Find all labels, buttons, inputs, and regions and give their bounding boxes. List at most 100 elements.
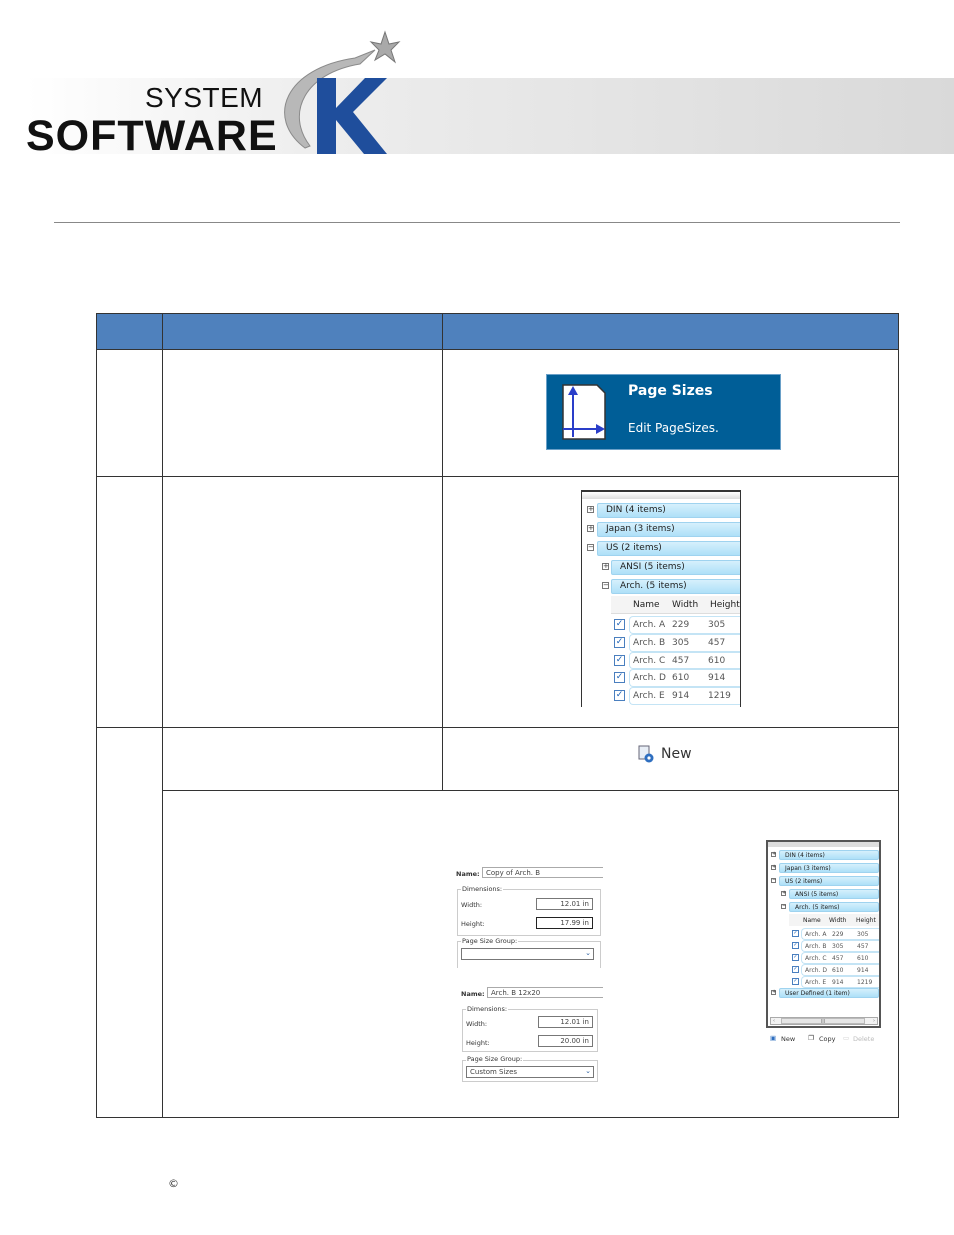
- row-checkbox[interactable]: ✓: [614, 636, 625, 648]
- group-label: ANSI (5 items): [620, 562, 685, 572]
- new-button[interactable]: New: [637, 744, 697, 766]
- row-checkbox[interactable]: ✓: [614, 672, 625, 684]
- expand-icon[interactable]: +: [602, 563, 609, 570]
- tree-group[interactable]: Japan (3 items): [779, 863, 879, 873]
- expand-icon[interactable]: +: [771, 990, 776, 995]
- row-checkbox[interactable]: ✓: [614, 654, 625, 666]
- page-size-group-select[interactable]: Custom Sizes ⌄: [466, 1066, 594, 1078]
- row-checkbox[interactable]: ✓: [614, 619, 625, 630]
- group-label: Japan (3 items): [785, 865, 831, 872]
- table-row[interactable]: Arch. A 229 305: [801, 928, 879, 940]
- expand-icon[interactable]: +: [587, 525, 594, 532]
- tree-group-din[interactable]: DIN (4 items): [597, 503, 740, 518]
- cell: 305: [708, 620, 726, 630]
- tree-group-us[interactable]: US (2 items): [597, 541, 740, 556]
- expand-icon[interactable]: +: [771, 852, 776, 857]
- scroll-right-arrow-icon[interactable]: ›: [873, 1018, 875, 1024]
- column-header-height[interactable]: Height: [710, 600, 740, 610]
- delete-icon: ▭: [843, 1034, 850, 1042]
- expand-icon[interactable]: +: [781, 891, 786, 896]
- chevron-down-icon: ⌄: [585, 949, 591, 957]
- column-header-row: Name Width Height: [789, 914, 879, 926]
- table-row[interactable]: Arch. B 305 457: [801, 940, 879, 952]
- tree-header-strip: [582, 492, 740, 499]
- new-button-label: New: [661, 746, 692, 762]
- page-sizes-tree-small[interactable]: + DIN (4 items) + Japan (3 items) − US (2 ite…: [766, 840, 881, 1028]
- cell: Arch. D: [633, 673, 666, 684]
- table-row[interactable]: Arch. E 914 1219: [801, 976, 879, 988]
- column-header-name[interactable]: Name: [633, 600, 660, 610]
- group-label: User Defined (1 item): [785, 990, 850, 997]
- table-row[interactable]: Arch. A 229 305: [629, 616, 740, 634]
- table-header-action: [162, 313, 443, 350]
- collapse-icon[interactable]: −: [771, 878, 776, 883]
- table-cell: [96, 727, 163, 1118]
- row-checkbox[interactable]: ✓: [614, 690, 625, 702]
- tree-group[interactable]: User Defined (1 item): [779, 988, 879, 998]
- tree-group-arch[interactable]: Arch. (5 items): [611, 579, 740, 594]
- tree-group[interactable]: US (2 items): [779, 876, 879, 886]
- scrollbar-thumb[interactable]: III: [781, 1018, 865, 1025]
- collapse-icon[interactable]: −: [602, 582, 609, 589]
- width-label: Width:: [461, 901, 483, 909]
- tree-group-ansi[interactable]: ANSI (5 items): [611, 560, 740, 575]
- cell: Arch. B: [805, 943, 827, 950]
- collapse-icon[interactable]: −: [781, 904, 786, 909]
- delete-button[interactable]: Delete: [853, 1035, 874, 1043]
- expand-icon[interactable]: +: [587, 506, 594, 513]
- row-checkbox[interactable]: ✓: [792, 942, 799, 949]
- select-value: Custom Sizes: [470, 1068, 518, 1076]
- cell: 457: [672, 655, 690, 666]
- page-sizes-tree[interactable]: + DIN (4 items) + Japan (3 items) − US (…: [581, 490, 741, 707]
- table-row[interactable]: Arch. E 914 1219: [629, 687, 740, 705]
- table-row[interactable]: Arch. B 305 457: [629, 633, 740, 652]
- cell: Arch. B: [633, 637, 666, 648]
- page-sizes-tile[interactable]: Page Sizes Edit PageSizes.: [546, 374, 781, 450]
- name-input[interactable]: Copy of Arch. B: [482, 867, 603, 878]
- column-header-width[interactable]: Width: [672, 600, 698, 610]
- scroll-left-arrow-icon[interactable]: ‹: [773, 1018, 775, 1024]
- table-header-step: [96, 313, 163, 350]
- row-checkbox[interactable]: ✓: [792, 930, 799, 937]
- expand-icon[interactable]: +: [771, 865, 776, 870]
- group-label: Page Size Group:: [461, 937, 519, 945]
- cell: Arch. E: [805, 979, 827, 986]
- group-label: Arch. (5 items): [620, 581, 687, 591]
- table-row[interactable]: Arch. D 610 914: [629, 669, 740, 688]
- row-checkbox[interactable]: ✓: [792, 954, 799, 961]
- copy-button[interactable]: Copy: [819, 1035, 836, 1043]
- cell: 457: [832, 955, 844, 962]
- cell: Arch. C: [805, 955, 827, 962]
- group-label: DIN (4 items): [606, 505, 666, 515]
- name-input[interactable]: Arch. B 12x20: [487, 987, 603, 998]
- row-checkbox[interactable]: ✓: [792, 966, 799, 973]
- scroll-grip: III: [820, 1019, 826, 1025]
- cell: 610: [832, 967, 844, 974]
- table-cell: [96, 349, 163, 477]
- column-header[interactable]: Width: [829, 917, 846, 924]
- page-size-group-select[interactable]: ⌄: [461, 948, 594, 960]
- cell: 914: [708, 673, 726, 684]
- tree-group-japan[interactable]: Japan (3 items): [597, 522, 740, 537]
- row-checkbox[interactable]: ✓: [792, 978, 799, 985]
- width-input[interactable]: 12.01 in: [536, 898, 593, 910]
- cell: 1219: [857, 979, 873, 986]
- tree-group[interactable]: DIN (4 items): [779, 850, 879, 860]
- horizontal-scrollbar[interactable]: ‹ III ›: [770, 1017, 878, 1025]
- collapse-icon[interactable]: −: [587, 544, 594, 551]
- table-row[interactable]: Arch. C 457 610: [629, 651, 740, 670]
- column-header[interactable]: Name: [803, 917, 821, 924]
- table-row[interactable]: Arch. C 457 610: [801, 952, 879, 964]
- height-input[interactable]: 17.99 in: [536, 917, 593, 929]
- cell: 229: [832, 931, 844, 938]
- table-row[interactable]: Arch. D 610 914: [801, 964, 879, 976]
- column-header[interactable]: Height: [856, 917, 876, 924]
- group-label: DIN (4 items): [785, 852, 825, 859]
- cell: 610: [708, 655, 726, 666]
- height-input[interactable]: 20.00 in: [538, 1035, 593, 1047]
- tree-group[interactable]: ANSI (5 items): [789, 889, 879, 899]
- width-input[interactable]: 12.01 in: [538, 1016, 593, 1028]
- tree-group[interactable]: Arch. (5 items): [789, 902, 879, 912]
- new-button[interactable]: New: [781, 1035, 795, 1043]
- cell: 305: [832, 943, 844, 950]
